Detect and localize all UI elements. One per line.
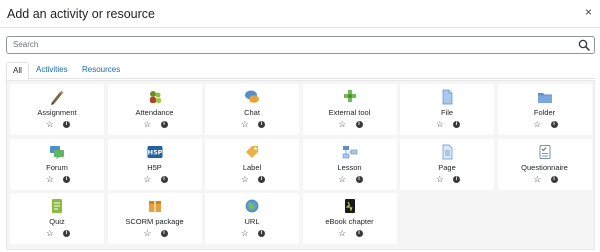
info-icon[interactable]: i bbox=[355, 230, 363, 237]
activity-item-label: Questionnaire bbox=[521, 162, 568, 172]
info-icon[interactable]: i bbox=[355, 121, 363, 128]
info-icon[interactable]: i bbox=[160, 175, 168, 183]
activity-item-label: External tool bbox=[328, 108, 371, 117]
search-placeholder: Search bbox=[13, 40, 39, 49]
info-icon[interactable]: i bbox=[550, 121, 558, 128]
star-icon[interactable]: ☆ bbox=[241, 120, 249, 129]
search-icon[interactable] bbox=[578, 39, 590, 51]
chat-icon bbox=[244, 89, 260, 105]
activity-item-label: Chat bbox=[244, 108, 260, 117]
info-icon[interactable]: i bbox=[355, 175, 363, 183]
svg-text:H5P: H5P bbox=[147, 148, 162, 156]
file-icon bbox=[439, 89, 455, 105]
activity-item-label: Attendance bbox=[135, 108, 174, 117]
scorm-package-icon bbox=[147, 198, 163, 214]
star-icon[interactable]: ☆ bbox=[46, 174, 54, 184]
activity-item-chat[interactable]: Chat ☆ i bbox=[205, 84, 299, 135]
star-icon[interactable]: ☆ bbox=[241, 229, 249, 238]
activity-item-label: Page bbox=[438, 162, 456, 172]
quiz-icon bbox=[49, 198, 65, 214]
activity-item-forum[interactable]: Forum ☆ i bbox=[10, 138, 104, 190]
activity-item-label: Quiz bbox=[49, 217, 65, 226]
star-icon[interactable]: ☆ bbox=[46, 229, 54, 238]
info-icon[interactable]: i bbox=[550, 175, 558, 183]
star-icon[interactable]: ☆ bbox=[339, 174, 347, 184]
activity-item-page[interactable]: Page ☆ i bbox=[400, 138, 494, 190]
tab-bar: All Activities Resources bbox=[6, 62, 595, 80]
activity-item-quiz[interactable]: Quiz ☆ i bbox=[10, 193, 104, 244]
activity-grid: Assignment ☆ i Attendance ☆ i Chat ☆ i External t… bbox=[6, 80, 595, 250]
label-icon bbox=[244, 144, 260, 160]
attendance-icon bbox=[147, 89, 163, 105]
activity-item-label: Assignment bbox=[37, 108, 77, 117]
activity-item-label: Forum bbox=[46, 162, 68, 172]
star-icon[interactable]: ☆ bbox=[144, 120, 152, 129]
activity-item-attendance[interactable]: Attendance ☆ i bbox=[107, 84, 202, 135]
search-input[interactable]: Search bbox=[6, 36, 595, 54]
activity-item-label: URL bbox=[244, 217, 260, 226]
star-icon[interactable]: ☆ bbox=[436, 174, 444, 184]
star-icon[interactable]: ☆ bbox=[46, 120, 54, 129]
forum-icon bbox=[49, 144, 65, 160]
modal-header: Add an activity or resource × bbox=[0, 0, 600, 28]
lesson-icon bbox=[342, 144, 358, 160]
activity-item-label: Label bbox=[242, 162, 262, 172]
tab-activities[interactable]: Activities bbox=[30, 62, 74, 79]
star-icon[interactable]: ☆ bbox=[144, 174, 152, 184]
page-icon bbox=[439, 144, 455, 160]
activity-item-label: SCORM package bbox=[125, 217, 184, 226]
modal-title: Add an activity or resource bbox=[7, 7, 155, 21]
h5p-icon: H5P bbox=[147, 144, 163, 160]
assignment-icon bbox=[49, 89, 65, 105]
info-icon[interactable]: i bbox=[258, 175, 265, 183]
activity-item-scorm-package[interactable]: SCORM package ☆ i bbox=[107, 193, 202, 244]
info-icon[interactable]: i bbox=[63, 230, 70, 237]
activity-item-assignment[interactable]: Assignment ☆ i bbox=[10, 84, 104, 135]
activity-item-questionnaire[interactable]: Questionnaire ☆ i bbox=[497, 138, 592, 190]
star-icon[interactable]: ☆ bbox=[339, 120, 347, 129]
activity-item-label: H5P bbox=[147, 162, 162, 172]
activity-item-ebook-chapter[interactable]: eBook chapter ☆ i bbox=[302, 193, 397, 244]
info-icon[interactable]: i bbox=[453, 175, 460, 183]
questionnaire-icon bbox=[537, 144, 553, 160]
info-icon[interactable]: i bbox=[63, 121, 70, 128]
activity-item-lesson[interactable]: Lesson ☆ i bbox=[302, 138, 397, 190]
star-icon[interactable]: ☆ bbox=[144, 229, 152, 238]
activity-item-label: Lesson bbox=[337, 162, 362, 172]
info-icon[interactable]: i bbox=[258, 121, 265, 128]
url-icon bbox=[244, 198, 260, 214]
activity-item-file[interactable]: File ☆ i bbox=[400, 84, 494, 135]
activity-item-url[interactable]: URL ☆ i bbox=[205, 193, 299, 244]
close-button[interactable]: × bbox=[585, 5, 592, 19]
star-icon[interactable]: ☆ bbox=[339, 229, 347, 238]
activity-item-external-tool[interactable]: External tool ☆ i bbox=[302, 84, 397, 135]
info-icon[interactable]: i bbox=[160, 121, 168, 128]
activity-item-label: File bbox=[440, 108, 454, 117]
info-icon[interactable]: i bbox=[63, 175, 70, 183]
info-icon[interactable]: i bbox=[258, 230, 265, 237]
info-icon[interactable]: i bbox=[160, 230, 168, 237]
tab-resources[interactable]: Resources bbox=[76, 62, 126, 79]
activity-item-label: Folder bbox=[533, 108, 556, 117]
tab-all[interactable]: All bbox=[6, 62, 29, 80]
activity-item-label[interactable]: Label ☆ i bbox=[205, 138, 299, 190]
ebook-chapter-icon bbox=[342, 198, 358, 214]
star-icon[interactable]: ☆ bbox=[436, 120, 444, 129]
activity-item-label: eBook chapter bbox=[325, 217, 374, 226]
star-icon[interactable]: ☆ bbox=[534, 120, 542, 129]
activity-item-h5p[interactable]: H5P H5P ☆ i bbox=[107, 138, 202, 190]
star-icon[interactable]: ☆ bbox=[534, 174, 542, 184]
folder-icon bbox=[537, 89, 553, 105]
info-icon[interactable]: i bbox=[453, 121, 460, 128]
star-icon[interactable]: ☆ bbox=[241, 174, 249, 184]
external-tool-icon bbox=[342, 89, 358, 105]
activity-item-folder[interactable]: Folder ☆ i bbox=[497, 84, 592, 135]
